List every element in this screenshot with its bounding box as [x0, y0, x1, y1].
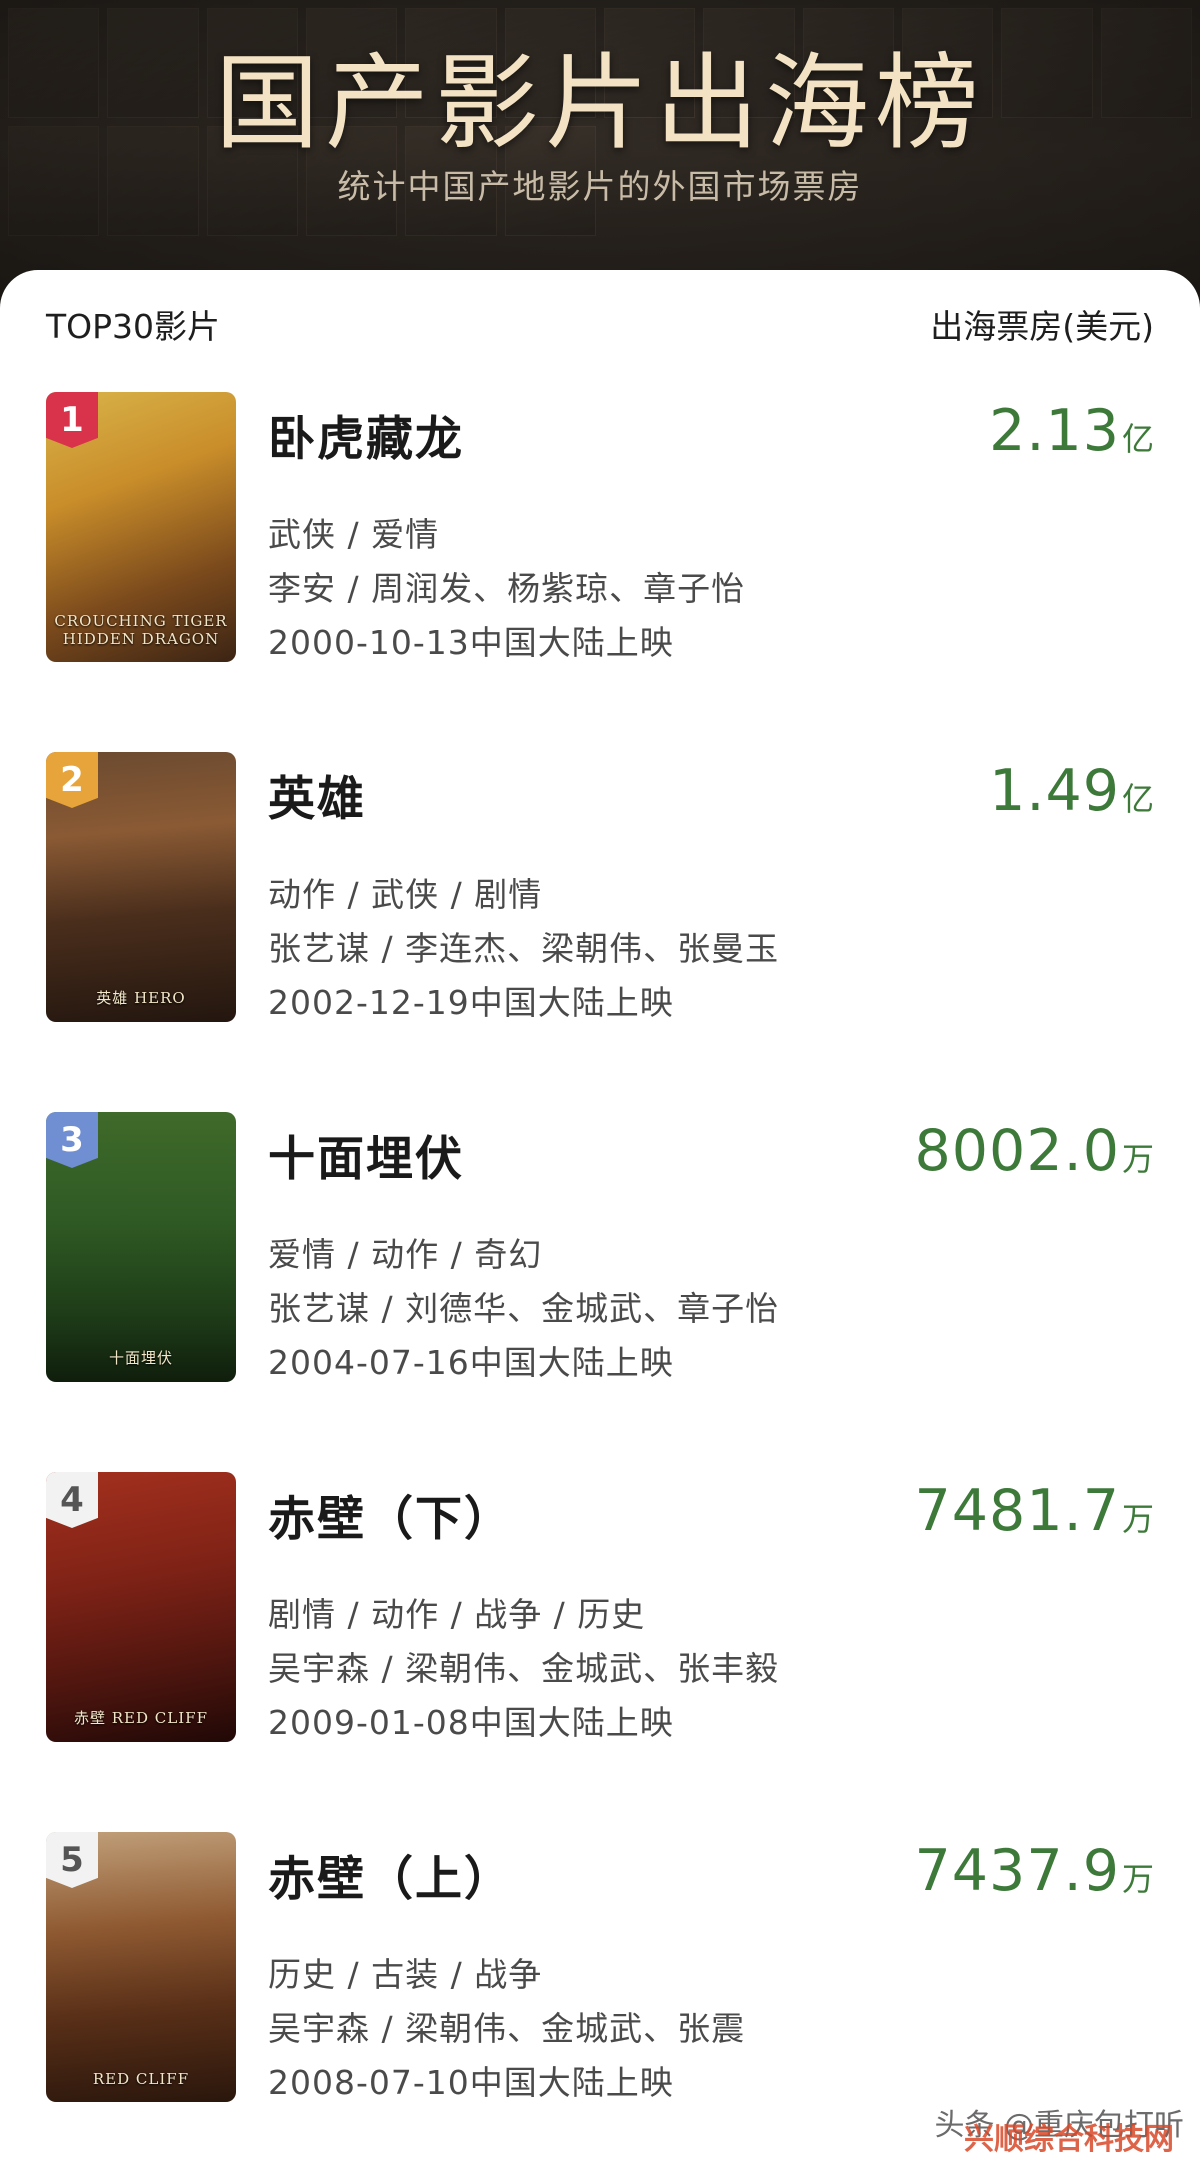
box-office-amount: 1.49亿 — [989, 758, 1154, 824]
poster-caption: 赤壁 RED CLIFF — [74, 1709, 208, 1727]
movie-title[interactable]: 赤壁（下） — [268, 1480, 513, 1549]
box-office-amount: 8002.0万 — [915, 1118, 1154, 1184]
poster-caption: 十面埋伏 — [108, 1349, 173, 1367]
amount-unit: 万 — [1121, 1500, 1154, 1538]
movie-title[interactable]: 赤壁（上） — [268, 1840, 513, 1909]
amount-value: 1.49 — [989, 758, 1120, 824]
rank-badge: 1 — [46, 392, 98, 448]
movie-crew: 吴宇森 / 梁朝伟、金城武、张丰毅 — [268, 1649, 780, 1688]
box-office-amount: 7481.7万 — [915, 1478, 1154, 1544]
movie-release-date: 2004-07-16中国大陆上映 — [268, 1343, 674, 1382]
movie-poster[interactable]: CROUCHING TIGER HIDDEN DRAGON 1 — [46, 392, 236, 662]
page-subtitle: 统计中国产地影片的外国市场票房 — [337, 167, 863, 206]
amount-unit: 万 — [1121, 1860, 1154, 1898]
amount-unit: 亿 — [1121, 780, 1154, 818]
movie-crew: 吴宇森 / 梁朝伟、金城武、张震 — [268, 2009, 746, 2048]
amount-unit: 亿 — [1121, 420, 1154, 458]
movie-row[interactable]: CROUCHING TIGER HIDDEN DRAGON 1 卧虎藏龙 武侠 … — [0, 392, 1200, 692]
movie-release-date: 2008-07-10中国大陆上映 — [268, 2063, 674, 2102]
amount-unit: 万 — [1121, 1140, 1154, 1178]
amount-value: 2.13 — [989, 398, 1120, 464]
movie-crew: 李安 / 周润发、杨紫琼、章子怡 — [268, 569, 746, 608]
poster-caption: RED CLIFF — [92, 2070, 190, 2088]
movie-poster[interactable]: RED CLIFF 5 — [46, 1832, 236, 2102]
rank-badge: 2 — [46, 752, 98, 808]
list-header: TOP30影片 出海票房(美元) — [46, 300, 1154, 346]
movie-row[interactable]: 英雄 HERO 2 英雄 动作 / 武侠 / 剧情 张艺谋 / 李连杰、梁朝伟、… — [0, 752, 1200, 1052]
box-office-amount: 2.13亿 — [989, 398, 1154, 464]
movie-row[interactable]: 十面埋伏 3 十面埋伏 爱情 / 动作 / 奇幻 张艺谋 / 刘德华、金城武、章… — [0, 1112, 1200, 1412]
movie-genres: 武侠 / 爱情 — [268, 515, 440, 554]
movie-row[interactable]: RED CLIFF 5 赤壁（上） 历史 / 古装 / 战争 吴宇森 / 梁朝伟… — [0, 1832, 1200, 2132]
movie-release-date: 2002-12-19中国大陆上映 — [268, 983, 674, 1022]
list-header-label: TOP30影片 — [46, 307, 221, 346]
rank-badge: 3 — [46, 1112, 98, 1168]
box-office-column-label: 出海票房(美元) — [930, 307, 1154, 346]
movie-genres: 动作 / 武侠 / 剧情 — [268, 875, 543, 914]
box-office-amount: 7437.9万 — [915, 1838, 1154, 1904]
movie-genres: 历史 / 古装 / 战争 — [268, 1955, 543, 1994]
rank-badge: 5 — [46, 1832, 98, 1888]
movie-crew: 张艺谋 / 李连杰、梁朝伟、张曼玉 — [268, 929, 780, 968]
movie-poster[interactable]: 赤壁 RED CLIFF 4 — [46, 1472, 236, 1742]
movie-release-date: 2009-01-08中国大陆上映 — [268, 1703, 674, 1742]
movie-release-date: 2000-10-13中国大陆上映 — [268, 623, 674, 662]
movie-genres: 剧情 / 动作 / 战争 / 历史 — [268, 1595, 646, 1634]
rank-badge: 4 — [46, 1472, 98, 1528]
movie-crew: 张艺谋 / 刘德华、金城武、章子怡 — [268, 1289, 780, 1328]
site-watermark: 兴顺综合科技网 — [964, 2122, 1174, 2157]
movie-genres: 爱情 / 动作 / 奇幻 — [268, 1235, 543, 1274]
movie-row[interactable]: 赤壁 RED CLIFF 4 赤壁（下） 剧情 / 动作 / 战争 / 历史 吴… — [0, 1472, 1200, 1772]
poster-caption: 英雄 HERO — [96, 989, 186, 1007]
page-title: 国产影片出海榜 — [214, 42, 985, 164]
ranking-card: TOP30影片 出海票房(美元) CROUCHING TIGER HIDDEN … — [0, 270, 1200, 2157]
amount-value: 7437.9 — [914, 1838, 1120, 1904]
movie-title[interactable]: 英雄 — [268, 760, 366, 829]
amount-value: 8002.0 — [914, 1118, 1120, 1184]
amount-value: 7481.7 — [914, 1478, 1120, 1544]
movie-title[interactable]: 卧虎藏龙 — [268, 400, 464, 469]
poster-caption: CROUCHING TIGER HIDDEN DRAGON — [54, 612, 228, 648]
movie-poster[interactable]: 英雄 HERO 2 — [46, 752, 236, 1022]
movie-poster[interactable]: 十面埋伏 3 — [46, 1112, 236, 1382]
movie-title[interactable]: 十面埋伏 — [268, 1120, 464, 1189]
